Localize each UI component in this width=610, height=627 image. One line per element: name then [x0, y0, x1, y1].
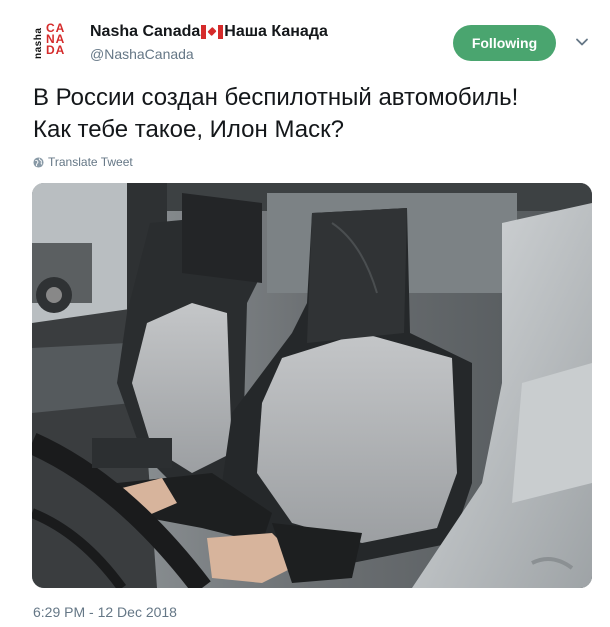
tweet-text-line-2: Как тебе такое, Илон Маск? — [33, 116, 344, 143]
display-name[interactable]: Nasha Canada — [90, 23, 200, 41]
globe-icon — [33, 156, 44, 168]
translate-tweet-link[interactable]: Translate Tweet — [33, 155, 133, 169]
tweet-text: В России создан беспилотный автомобиль! … — [33, 82, 593, 146]
chevron-down-icon[interactable] — [574, 34, 590, 50]
tweet-photo[interactable] — [32, 183, 592, 588]
tweet-card: nasha CA NA DA Nasha Canada Наша Канада … — [0, 0, 610, 627]
display-name-russian[interactable]: Наша Канада — [224, 23, 328, 41]
author-name-row[interactable]: Nasha Canada Наша Канада — [90, 22, 328, 42]
tweet-timestamp[interactable]: 6:29 PM - 12 Dec 2018 — [33, 604, 177, 620]
tweet-text-line-1: В России создан беспилотный автомобиль! — [33, 84, 519, 111]
following-button[interactable]: Following — [453, 25, 556, 61]
translate-tweet-label: Translate Tweet — [48, 155, 133, 169]
car-interior-photo — [32, 183, 592, 588]
avatar-logo-vertical-text: nasha — [33, 27, 44, 59]
user-handle[interactable]: @NashaCanada — [90, 46, 194, 62]
canada-flag-icon — [201, 25, 224, 39]
avatar-logo-text: CA NA DA — [46, 21, 66, 57]
avatar[interactable]: nasha CA NA DA — [31, 20, 77, 66]
